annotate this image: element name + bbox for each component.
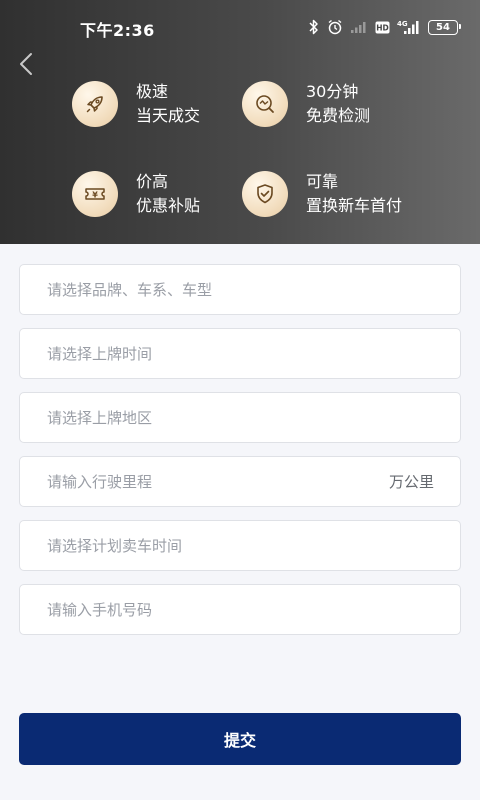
svg-text:4G: 4G [397, 20, 408, 28]
status-icons: HD 4G 54 [308, 16, 461, 38]
rocket-icon [72, 81, 118, 127]
feature-high-price: ¥ 价高 优惠补贴 [72, 170, 200, 218]
phone-number-placeholder: 请输入手机号码 [47, 601, 153, 619]
battery-indicator: 54 [428, 19, 461, 35]
back-button[interactable] [12, 48, 40, 80]
phone-number-input[interactable]: 请输入手机号码 [19, 584, 461, 635]
mileage-unit: 万公里 [388, 473, 434, 491]
registration-time-field[interactable]: 请选择上牌时间 [19, 328, 461, 379]
registration-region-field[interactable]: 请选择上牌地区 [19, 392, 461, 443]
svg-text:HD: HD [376, 23, 389, 32]
feature-title: 30分钟 [306, 82, 359, 101]
feature-reliable: 可靠 置换新车首付 [242, 170, 402, 218]
bluetooth-icon [308, 19, 320, 35]
header-banner: 下午2:36 HD 4G 54 极速 当天成交 30分钟 免费检测 ¥ 价高 优… [0, 0, 480, 244]
submit-button[interactable]: 提交 [19, 713, 461, 765]
mileage-placeholder: 请输入行驶里程 [47, 473, 153, 491]
mileage-input[interactable]: 请输入行驶里程 万公里 [19, 456, 461, 507]
brand-select-placeholder: 请选择品牌、车系、车型 [47, 281, 213, 299]
feature-subtitle: 优惠补贴 [136, 196, 201, 215]
status-bar: 下午2:36 HD 4G 54 [0, 0, 480, 56]
registration-region-placeholder: 请选择上牌地区 [47, 409, 153, 427]
registration-time-placeholder: 请选择上牌时间 [47, 345, 153, 363]
feature-title: 可靠 [306, 172, 339, 191]
feature-free-inspection: 30分钟 免费检测 [242, 80, 370, 128]
planned-sell-time-field[interactable]: 请选择计划卖车时间 [19, 520, 461, 571]
signal-4g-icon: 4G [397, 19, 421, 35]
inspection-icon [242, 81, 288, 127]
brand-select-field[interactable]: 请选择品牌、车系、车型 [19, 264, 461, 315]
yuan-ticket-icon: ¥ [72, 171, 118, 217]
svg-text:¥: ¥ [92, 191, 98, 200]
feature-subtitle: 当天成交 [136, 106, 201, 125]
shield-check-icon [242, 171, 288, 217]
feature-subtitle: 置换新车首付 [306, 196, 403, 215]
alarm-icon [327, 19, 343, 35]
status-time: 下午2:36 [80, 21, 155, 40]
planned-sell-time-placeholder: 请选择计划卖车时间 [47, 537, 183, 555]
feature-title: 极速 [136, 82, 169, 101]
signal-weak-icon [350, 20, 368, 34]
chevron-left-icon [20, 53, 32, 75]
feature-title: 价高 [136, 172, 169, 191]
feature-fast-deal: 极速 当天成交 [72, 80, 200, 128]
feature-subtitle: 免费检测 [306, 106, 371, 125]
hd-icon: HD [375, 21, 390, 34]
